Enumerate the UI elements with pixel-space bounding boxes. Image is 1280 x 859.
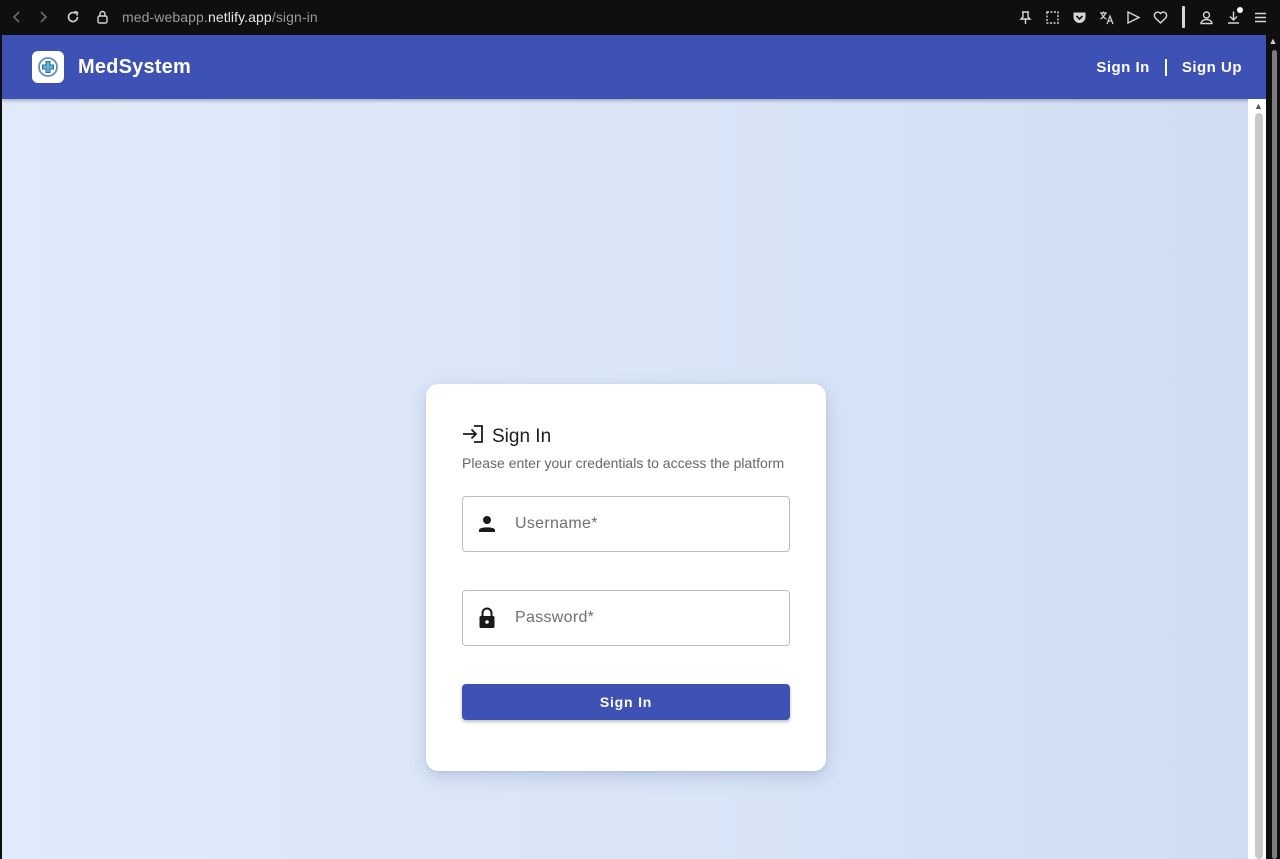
heart-icon[interactable] bbox=[1149, 4, 1172, 30]
username-field[interactable] bbox=[462, 496, 790, 552]
url-prefix: med-webapp. bbox=[122, 9, 208, 25]
nav-divider bbox=[1164, 58, 1167, 76]
sign-in-card: Sign In Please enter your credentials to… bbox=[426, 384, 826, 771]
screenshot-icon[interactable] bbox=[1041, 4, 1064, 30]
card-title: Sign In bbox=[492, 425, 552, 447]
pocket-icon[interactable] bbox=[1068, 4, 1091, 30]
password-field[interactable] bbox=[462, 590, 790, 646]
username-input[interactable] bbox=[515, 515, 775, 533]
nav-sign-up-link[interactable]: Sign Up bbox=[1182, 59, 1242, 76]
scroll-up-icon[interactable]: ▲ bbox=[1254, 101, 1263, 111]
sign-in-button[interactable]: Sign In bbox=[462, 684, 790, 720]
browser-extensions bbox=[1014, 0, 1272, 34]
browser-scroll-thumb[interactable] bbox=[1272, 50, 1277, 859]
page-scroll-thumb[interactable] bbox=[1255, 113, 1263, 859]
login-icon bbox=[462, 424, 484, 449]
browser-scroll-up-icon[interactable]: ▲ bbox=[1268, 36, 1278, 46]
lock-icon[interactable] bbox=[92, 10, 112, 24]
toolbar-divider bbox=[1182, 6, 1185, 28]
header-nav: Sign In Sign Up bbox=[1096, 35, 1242, 99]
person-icon bbox=[477, 514, 497, 534]
medical-cross-icon bbox=[32, 51, 64, 83]
url-host: netlify.app bbox=[207, 9, 272, 25]
nav-sign-in-link[interactable]: Sign In bbox=[1096, 59, 1150, 76]
download-badge bbox=[1237, 7, 1243, 13]
reload-icon[interactable] bbox=[60, 4, 86, 30]
send-icon[interactable] bbox=[1122, 4, 1145, 30]
back-icon[interactable] bbox=[4, 4, 30, 30]
browser-toolbar: med-webapp.netlify.app/sign-in bbox=[0, 0, 1280, 34]
page-viewport: MedSystem Sign In Sign Up Sign In Please… bbox=[2, 35, 1266, 859]
pin-icon[interactable] bbox=[1014, 4, 1037, 30]
forward-icon[interactable] bbox=[30, 4, 56, 30]
url-path: /sign-in bbox=[271, 9, 318, 25]
app-header: MedSystem Sign In Sign Up bbox=[2, 35, 1266, 99]
menu-icon[interactable] bbox=[1249, 4, 1272, 30]
password-input[interactable] bbox=[515, 609, 775, 627]
download-icon[interactable] bbox=[1222, 4, 1245, 30]
lock-icon bbox=[477, 607, 497, 628]
card-subtitle: Please enter your credentials to access … bbox=[462, 455, 785, 471]
url-bar[interactable]: med-webapp.netlify.app/sign-in bbox=[122, 9, 318, 25]
card-header: Sign In bbox=[462, 424, 551, 449]
translate-icon[interactable] bbox=[1095, 4, 1118, 30]
brand-name[interactable]: MedSystem bbox=[78, 56, 191, 79]
account-icon[interactable] bbox=[1195, 4, 1218, 30]
